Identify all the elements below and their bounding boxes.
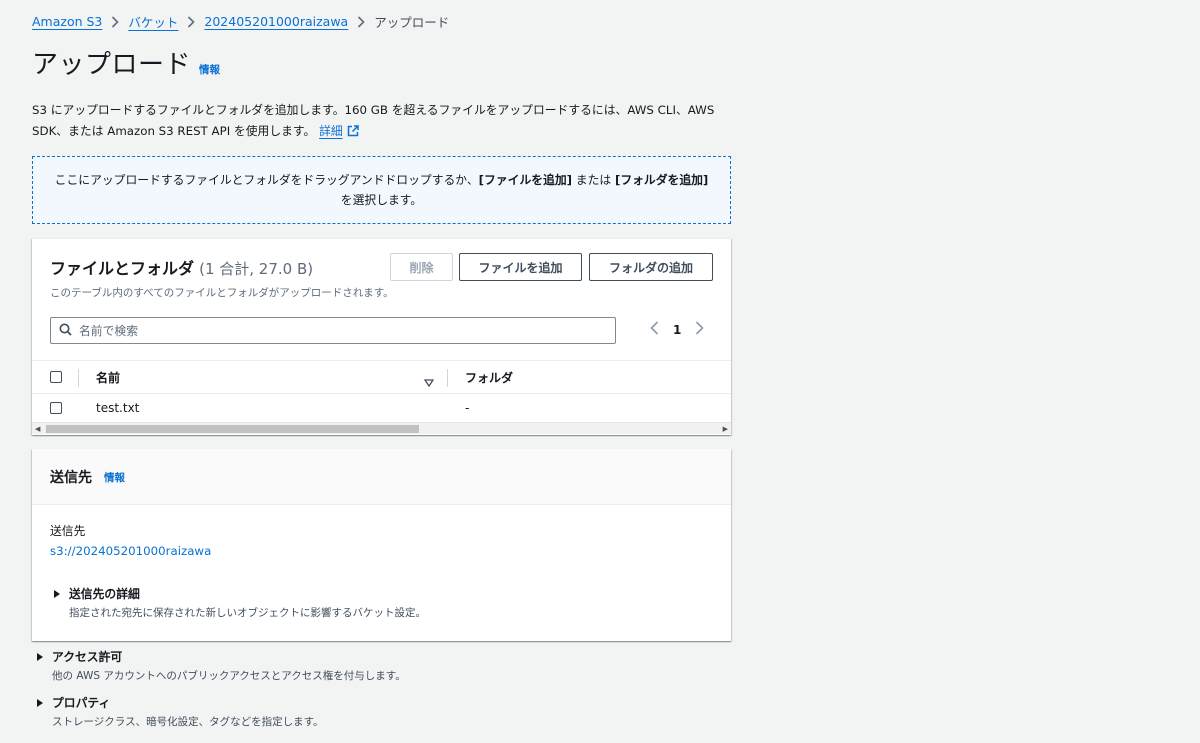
scroll-right-icon[interactable]: ▶ (723, 425, 728, 433)
destination-details-description: 指定された宛先に保存された新しいオブジェクトに影響するバケット設定。 (69, 607, 426, 619)
properties-title: プロパティ (52, 696, 111, 710)
search-icon (59, 323, 79, 339)
chevron-right-icon (111, 15, 120, 28)
pagination: 1 (650, 321, 704, 338)
breadcrumb-buckets[interactable]: バケット (128, 12, 178, 31)
row-checkbox[interactable] (50, 402, 62, 414)
properties-toggle[interactable]: プロパティ (37, 694, 324, 711)
files-panel-description: このテーブル内のすべてのファイルとフォルダがアップロードされます。 (50, 287, 394, 299)
add-folder-button[interactable]: フォルダの追加 (589, 253, 713, 281)
page-header: アップロード 情報 (32, 44, 220, 81)
info-link[interactable]: 情報 (199, 62, 220, 77)
search-input[interactable]: 名前で検索 (50, 317, 616, 344)
permissions-title: アクセス許可 (52, 650, 123, 664)
scroll-left-icon[interactable]: ◀ (35, 425, 40, 433)
destination-details-expander[interactable]: 送信先の詳細 指定された宛先に保存された新しいオブジェクトに影響するバケット設定… (54, 585, 426, 620)
files-count: (1 合計, 27.0 B) (199, 260, 314, 278)
caret-right-icon (37, 652, 43, 661)
destination-panel: 送信先 情報 送信先 s3://202405201000raizawa 送信先の… (32, 449, 731, 641)
caret-right-icon (54, 589, 60, 598)
external-link-icon (347, 123, 359, 144)
description-text: S3 にアップロードするファイルとフォルダを追加します。160 GB を超えるフ… (32, 103, 715, 138)
destination-details-title: 送信先の詳細 (69, 587, 140, 601)
breadcrumb-current: アップロード (374, 15, 450, 30)
upload-page: Amazon S3 バケット 202405201000raizawa アップロー… (0, 0, 1200, 743)
breadcrumb-bucket-name[interactable]: 202405201000raizawa (204, 14, 348, 29)
permissions-description: 他の AWS アカウントへのパブリックアクセスとアクセス権を付与します。 (52, 670, 406, 682)
dropzone-post: を選択します。 (340, 193, 423, 207)
files-and-folders-panel: ファイルとフォルダ (1 合計, 27.0 B) このテーブル内のすべてのファイ… (32, 238, 731, 435)
cell-folder: - (465, 401, 470, 415)
properties-description: ストレージクラス、暗号化設定、タグなどを指定します。 (52, 716, 324, 728)
destination-label: 送信先 (50, 524, 86, 538)
destination-details-toggle[interactable]: 送信先の詳細 (54, 585, 426, 602)
permissions-expander[interactable]: アクセス許可 他の AWS アカウントへのパブリックアクセスとアクセス権を付与し… (37, 648, 406, 683)
page-description: S3 にアップロードするファイルとフォルダを追加します。160 GB を超えるフ… (32, 100, 737, 144)
column-header-name[interactable]: 名前 (96, 369, 120, 386)
files-panel-header: ファイルとフォルダ (1 合計, 27.0 B) (50, 255, 313, 279)
file-dropzone[interactable]: ここにアップロードするファイルとフォルダをドラッグアンドドロップするか、[ファイ… (32, 156, 731, 224)
delete-button[interactable]: 削除 (390, 253, 453, 281)
horizontal-scrollbar[interactable]: ◀ ▶ (32, 422, 731, 434)
breadcrumb-amazon-s3[interactable]: Amazon S3 (32, 14, 102, 29)
files-panel-title: ファイルとフォルダ (50, 259, 195, 278)
search-placeholder: 名前で検索 (79, 324, 138, 338)
column-divider[interactable] (447, 369, 448, 387)
add-files-button[interactable]: ファイルを追加 (459, 253, 582, 281)
destination-panel-title: 送信先 (50, 470, 92, 486)
column-divider (78, 369, 79, 387)
table-header: 名前 フォルダ (32, 360, 731, 394)
current-page-number[interactable]: 1 (673, 323, 681, 337)
dropzone-add-folder-ref: [フォルダを追加] (614, 173, 709, 187)
table-row: test.txt - (32, 394, 731, 424)
destination-panel-header: 送信先 情報 (32, 449, 731, 505)
dropzone-instructions: ここにアップロードするファイルとフォルダをドラッグアンドドロップするか、 (54, 173, 479, 187)
dropzone-text: ここにアップロードするファイルとフォルダをドラッグアンドドロップするか、[ファイ… (53, 170, 710, 210)
cell-name: test.txt (96, 401, 140, 415)
destination-bucket-link[interactable]: s3://202405201000raizawa (50, 544, 211, 558)
destination-info-link[interactable]: 情報 (104, 470, 125, 485)
previous-page-icon[interactable] (650, 321, 659, 338)
scrollbar-thumb[interactable] (46, 425, 419, 433)
properties-expander[interactable]: プロパティ ストレージクラス、暗号化設定、タグなどを指定します。 (37, 694, 324, 729)
chevron-right-icon (187, 15, 196, 28)
dropzone-add-file-ref: [ファイルを追加] (478, 173, 573, 187)
breadcrumb: Amazon S3 バケット 202405201000raizawa アップロー… (32, 12, 449, 31)
learn-more-link[interactable]: 詳細 (319, 124, 343, 138)
permissions-toggle[interactable]: アクセス許可 (37, 648, 406, 665)
chevron-right-icon (357, 15, 365, 28)
page-title: アップロード (32, 50, 192, 80)
select-all-checkbox[interactable] (50, 371, 62, 383)
caret-right-icon (37, 698, 43, 707)
column-header-folder[interactable]: フォルダ (465, 369, 513, 386)
next-page-icon[interactable] (695, 321, 704, 338)
dropzone-or: または (572, 173, 615, 187)
sort-down-icon[interactable] (423, 372, 435, 391)
